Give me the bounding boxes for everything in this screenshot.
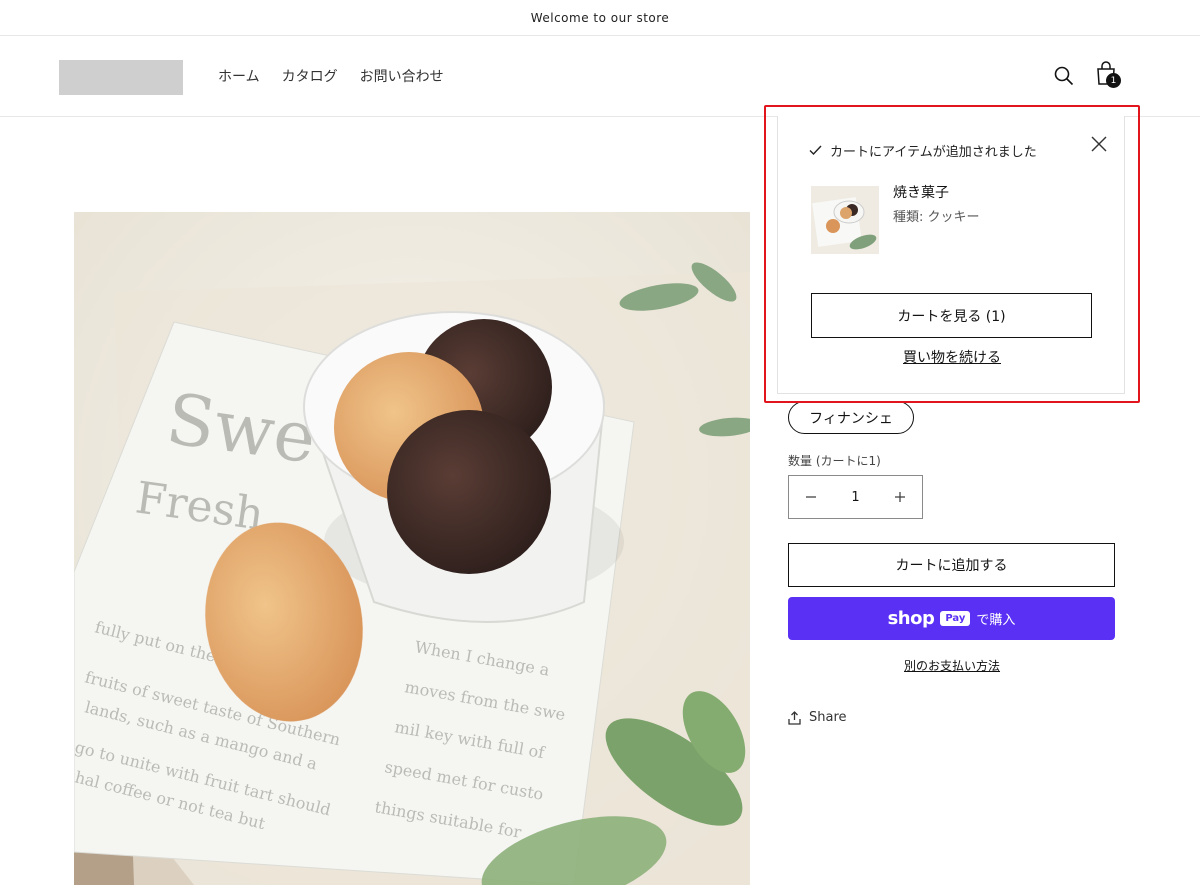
more-payment-options-link[interactable]: 別のお支払い方法: [904, 657, 1000, 674]
close-icon[interactable]: [1089, 134, 1109, 154]
continue-shopping-link[interactable]: 買い物を続ける: [778, 347, 1126, 367]
view-cart-button[interactable]: カートを見る (1): [811, 293, 1092, 338]
cart-count-badge: 1: [1106, 73, 1121, 88]
quantity-increase-button[interactable]: [878, 476, 922, 518]
cart-icon[interactable]: 1: [1094, 60, 1122, 90]
cart-item-variant: 種類: クッキー: [893, 210, 980, 225]
shop-pay-buy-label: で購入: [976, 613, 1016, 628]
quantity-decrease-button[interactable]: [789, 476, 833, 518]
quantity-stepper: [788, 475, 923, 519]
share-icon: [788, 710, 801, 725]
cart-added-message: カートにアイテムが追加されました: [809, 141, 1037, 160]
add-to-cart-label: カートに追加する: [895, 558, 1008, 574]
share-label: Share: [809, 710, 847, 725]
site-header: ホーム カタログ お問い合わせ 1: [0, 36, 1200, 117]
minus-icon: [806, 496, 816, 498]
variant-option-label: フィナンシェ: [809, 410, 893, 427]
quantity-label: 数量 (カートに1): [788, 454, 881, 468]
nav-item-home[interactable]: ホーム: [218, 66, 260, 86]
nav-item-catalog[interactable]: カタログ: [282, 66, 338, 86]
shop-pay-button[interactable]: shop Pay で購入: [788, 597, 1115, 640]
quantity-input[interactable]: [840, 489, 871, 505]
view-cart-label: カートを見る (1): [897, 308, 1006, 325]
cart-item-title: 焼き菓子: [893, 185, 949, 201]
nav-item-contact[interactable]: お問い合わせ: [360, 66, 444, 86]
cart-added-text: カートにアイテムが追加されました: [830, 145, 1037, 160]
cart-item-thumbnail: [811, 186, 879, 254]
shop-pay-logo-shop: shop: [887, 608, 935, 629]
cart-notification-popup: カートにアイテムが追加されました 焼き菓子 種類: クッキー カートを見る (1…: [777, 116, 1125, 394]
announcement-text: Welcome to our store: [530, 10, 670, 25]
product-image[interactable]: Swe Fresh fully put on the fruits of swe…: [74, 212, 750, 885]
variant-option-financier[interactable]: フィナンシェ: [788, 401, 914, 434]
add-to-cart-button[interactable]: カートに追加する: [788, 543, 1115, 587]
search-icon[interactable]: [1052, 64, 1076, 88]
main-nav: ホーム カタログ お問い合わせ: [218, 66, 444, 86]
continue-shopping-label: 買い物を続ける: [903, 350, 1001, 366]
plus-icon: [895, 492, 905, 502]
announcement-bar: Welcome to our store: [0, 0, 1200, 36]
shop-pay-logo-pay: Pay: [940, 611, 971, 626]
checkmark-icon: [809, 145, 822, 156]
store-logo[interactable]: [59, 60, 183, 95]
share-button[interactable]: Share: [788, 710, 847, 725]
